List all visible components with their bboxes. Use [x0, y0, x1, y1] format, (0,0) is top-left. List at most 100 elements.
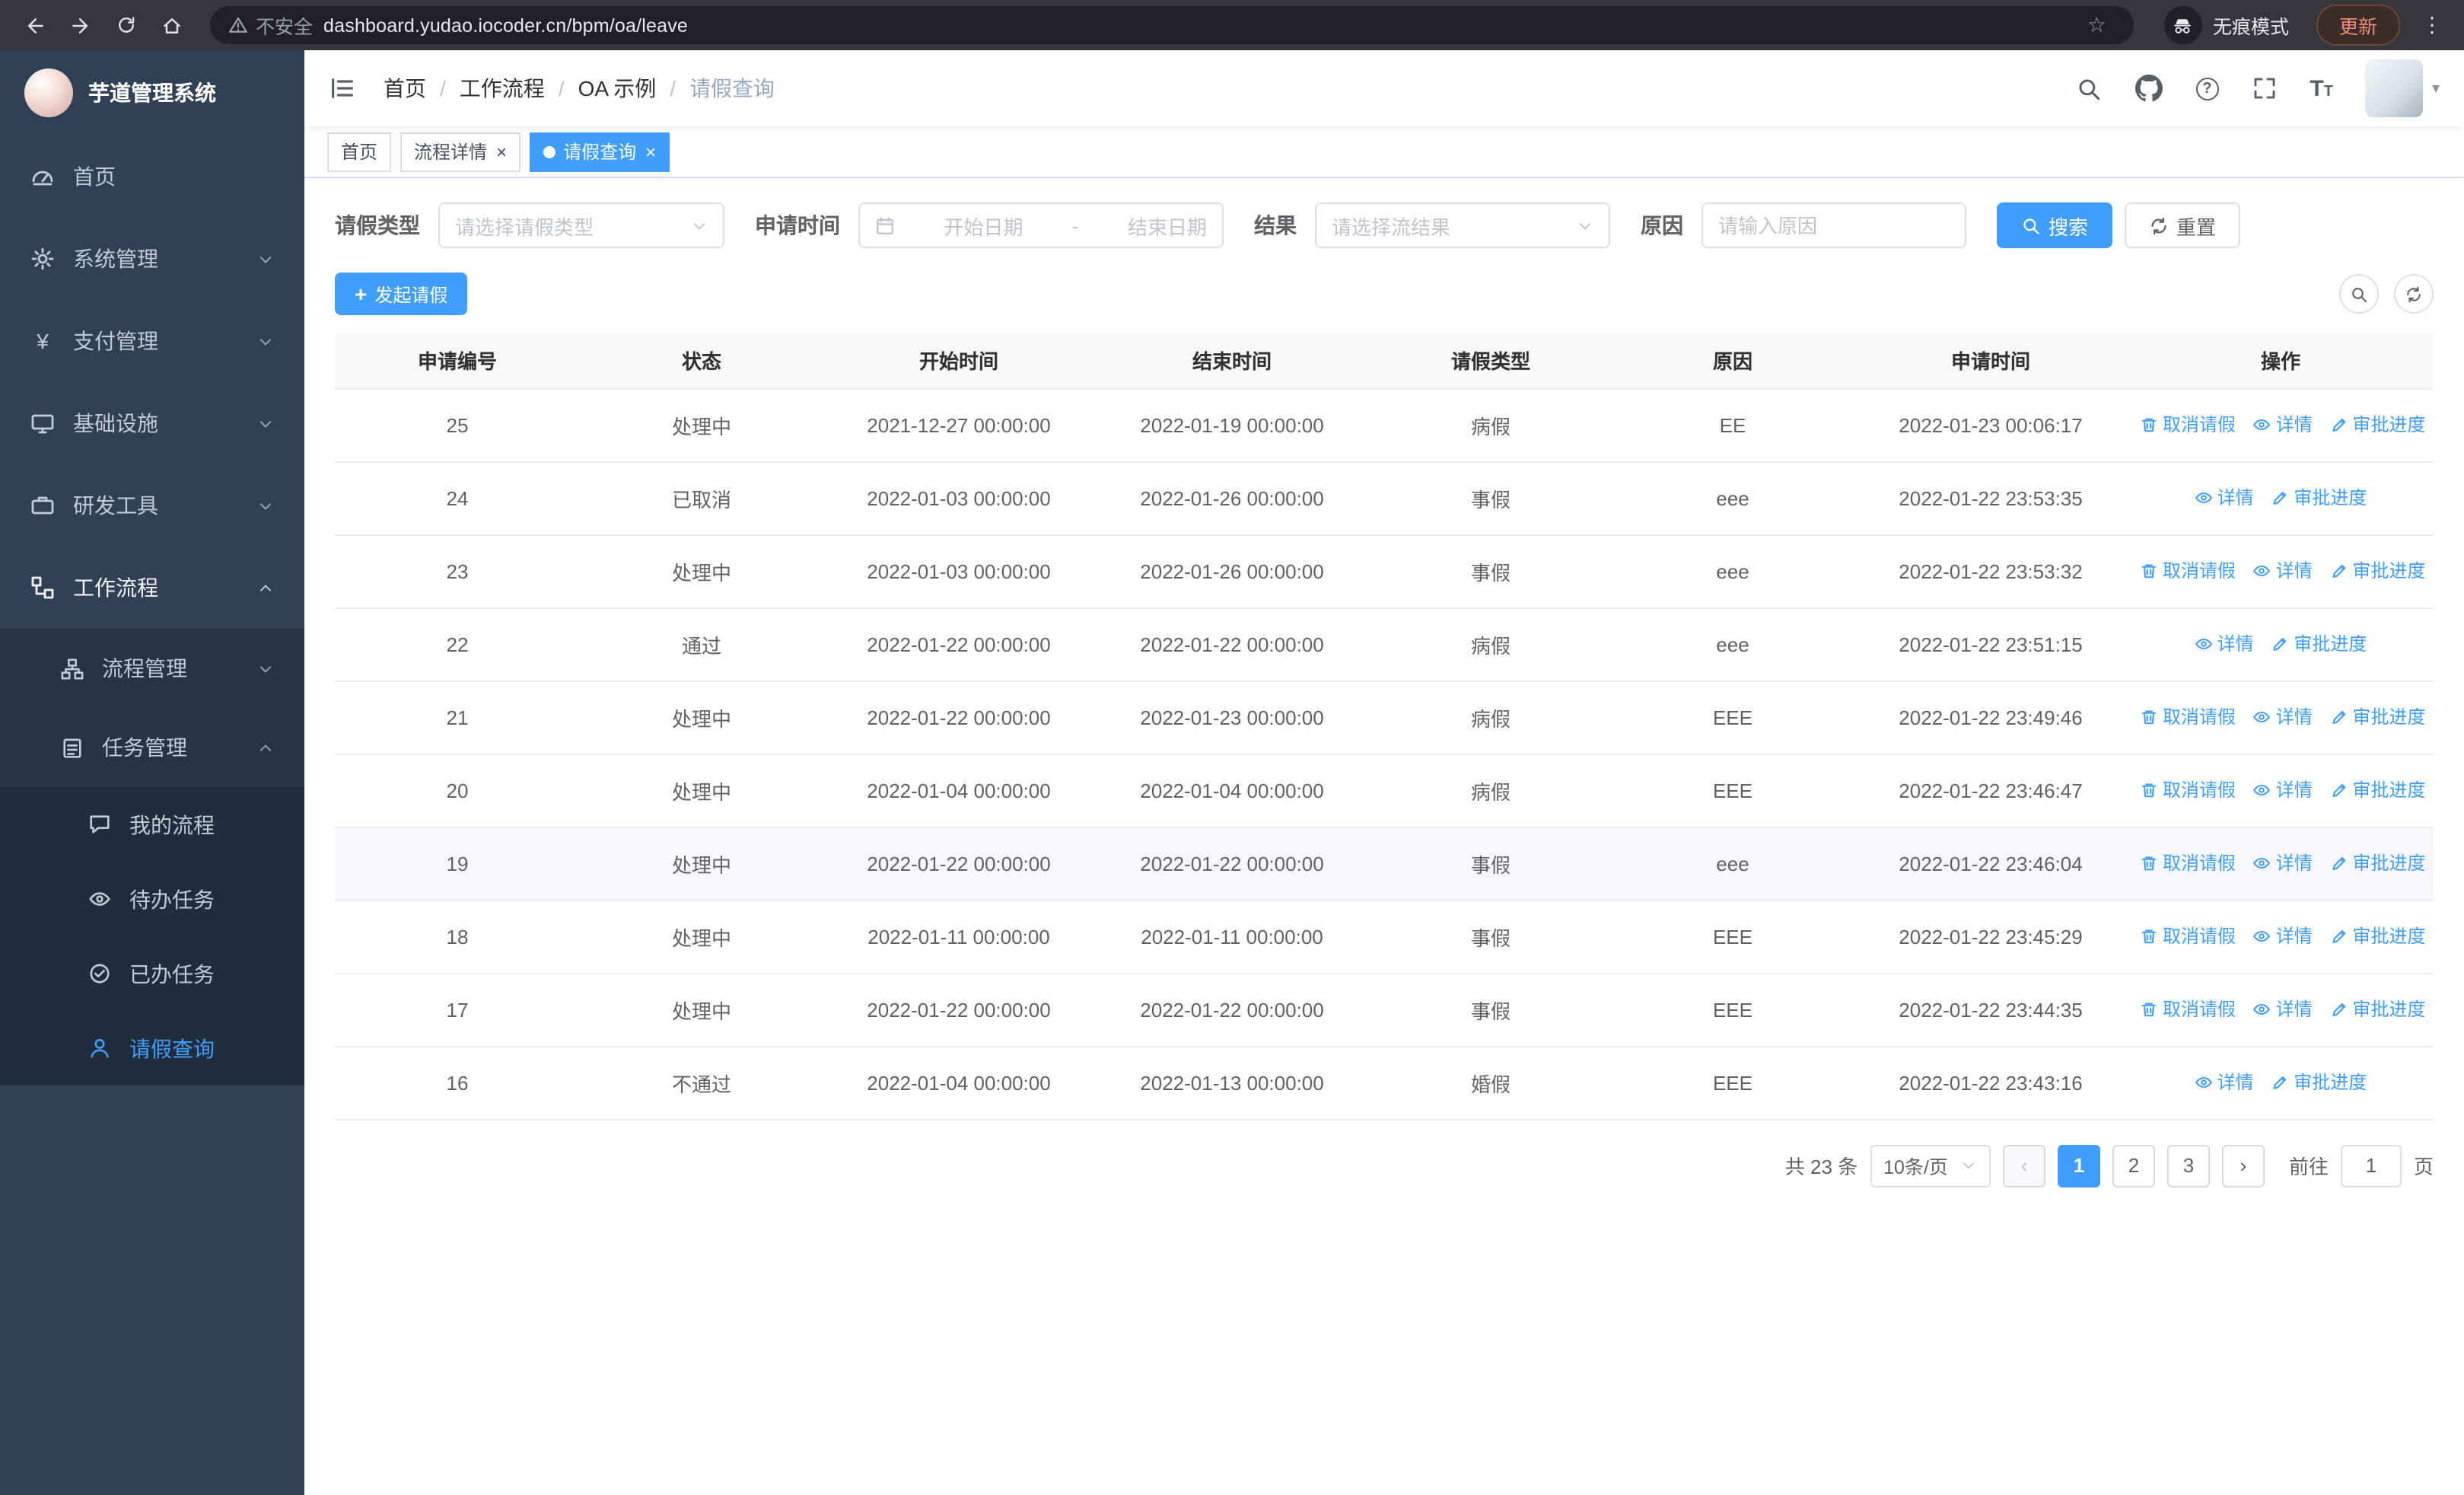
detail-link[interactable]: 详情 [2253, 923, 2313, 949]
close-icon[interactable]: × [644, 142, 656, 161]
cancel-leave-link[interactable]: 取消请假 [2140, 996, 2236, 1022]
forward-button[interactable] [61, 5, 100, 45]
toggle-search-button[interactable] [2339, 274, 2379, 314]
page-button-2[interactable]: 2 [2112, 1144, 2155, 1187]
sidebar-toggle-button[interactable] [323, 75, 368, 102]
tab-leave-query[interactable]: 请假查询 × [530, 132, 670, 171]
tab-home[interactable]: 首页 [327, 132, 392, 171]
goto-page-input[interactable] [2340, 1144, 2402, 1187]
cancel-leave-link[interactable]: 取消请假 [2140, 704, 2236, 730]
yen-icon: ¥ [37, 329, 49, 353]
approval-progress-link[interactable]: 审批进度 [2329, 777, 2425, 803]
approval-progress-link[interactable]: 审批进度 [2329, 412, 2425, 438]
home-button[interactable] [152, 5, 192, 45]
apply-time-range-picker[interactable]: 开始日期 - 结束日期 [858, 202, 1224, 248]
detail-link[interactable]: 详情 [2195, 631, 2254, 657]
cell-apply-id: 24 [335, 461, 580, 535]
approval-progress-link[interactable]: 审批进度 [2329, 558, 2425, 584]
breadcrumb-item-oa-example[interactable]: OA 示例 [578, 73, 657, 104]
user-avatar[interactable] [2364, 59, 2423, 117]
page-size-select[interactable]: 10条/页 [1870, 1144, 1991, 1187]
font-size-button[interactable]: TT [2293, 50, 2350, 126]
sidebar-item-infrastructure[interactable]: 基础设施 [0, 382, 304, 464]
incognito-badge: 无痕模式 [2163, 6, 2289, 44]
edit-pen-icon [2273, 491, 2287, 505]
security-warning-badge[interactable]: 不安全 [228, 11, 313, 40]
sidebar-item-process-management[interactable]: 流程管理 [0, 629, 304, 708]
back-button[interactable] [15, 5, 55, 45]
sidebar-item-workflow[interactable]: 工作流程 [0, 547, 304, 629]
sidebar-item-leave-query[interactable]: 请假查询 [0, 1011, 304, 1085]
fullscreen-button[interactable] [2235, 50, 2293, 126]
prev-page-button[interactable]: ‹ [2002, 1144, 2045, 1187]
browser-menu-button[interactable]: ⋮ [2415, 12, 2449, 38]
cancel-leave-link[interactable]: 取消请假 [2140, 777, 2236, 803]
refresh-table-button[interactable] [2394, 274, 2434, 314]
close-icon[interactable]: × [495, 142, 507, 161]
page-button-3[interactable]: 3 [2166, 1144, 2210, 1187]
detail-link[interactable]: 详情 [2253, 558, 2313, 584]
create-leave-label: 发起请假 [374, 284, 448, 305]
sidebar-item-done-tasks[interactable]: 已办任务 [0, 936, 304, 1011]
col-apply-id: 申请编号 [335, 333, 580, 389]
detail-link[interactable]: 详情 [2253, 777, 2313, 803]
detail-link[interactable]: 详情 [2195, 1069, 2254, 1095]
cancel-leave-link[interactable]: 取消请假 [2140, 923, 2236, 949]
sidebar-item-label: 任务管理 [102, 735, 187, 760]
header-search-button[interactable] [2058, 50, 2118, 126]
clipboard-icon [63, 738, 81, 757]
sidebar-item-my-processes[interactable]: 我的流程 [0, 787, 304, 862]
cell-status: 处理中 [580, 900, 823, 974]
detail-link[interactable]: 详情 [2253, 850, 2313, 876]
next-page-button[interactable]: › [2221, 1144, 2265, 1187]
sidebar-item-pending-tasks[interactable]: 待办任务 [0, 862, 304, 936]
start-date-placeholder: 开始日期 [944, 215, 1023, 238]
spy-icon [2175, 18, 2192, 33]
leave-type-select[interactable]: 请选择请假类型 [438, 202, 724, 248]
browser-update-button[interactable]: 更新 [2316, 5, 2400, 46]
bookmark-star-button[interactable]: ☆ [2078, 11, 2115, 40]
sidebar-item-home[interactable]: 首页 [0, 135, 304, 218]
result-select[interactable]: 请选择流结果 [1315, 202, 1610, 248]
table-body: 25 处理中 2021-12-27 00:00:00 2022-01-19 00… [335, 388, 2434, 1120]
breadcrumb-item-home[interactable]: 首页 [384, 73, 426, 104]
reason-input[interactable] [1702, 202, 1966, 248]
search-button[interactable]: 搜索 [1997, 202, 2113, 248]
detail-link[interactable]: 详情 [2195, 485, 2254, 511]
approval-progress-link[interactable]: 审批进度 [2329, 923, 2425, 949]
detail-link[interactable]: 详情 [2253, 412, 2313, 438]
cancel-leave-link[interactable]: 取消请假 [2140, 850, 2236, 876]
address-bar[interactable]: 不安全 dashboard.yudao.iocoder.cn/bpm/oa/le… [210, 6, 2134, 44]
sidebar-item-task-management[interactable]: 任务管理 [0, 708, 304, 787]
sidebar-item-devtools[interactable]: 研发工具 [0, 464, 304, 547]
github-icon [2135, 75, 2163, 102]
approval-progress-link[interactable]: 审批进度 [2271, 485, 2367, 511]
chevron-down-icon [259, 420, 272, 427]
sidebar-item-system[interactable]: 系统管理 [0, 218, 304, 300]
sidebar-item-payment[interactable]: ¥ 支付管理 [0, 300, 304, 382]
create-leave-button[interactable]: + 发起请假 [335, 273, 468, 315]
tab-process-detail[interactable]: 流程详情 × [400, 132, 521, 171]
fullscreen-icon [2253, 78, 2275, 99]
approval-progress-link[interactable]: 审批进度 [2329, 704, 2425, 730]
breadcrumb-item-workflow[interactable]: 工作流程 [460, 73, 545, 104]
sidebar-item-label: 已办任务 [129, 961, 215, 986]
chevron-up-icon [259, 744, 272, 751]
reload-button[interactable] [107, 5, 146, 45]
table-row: 24 已取消 2022-01-03 00:00:00 2022-01-26 00… [335, 461, 2434, 535]
select-placeholder: 请选择流结果 [1332, 215, 1451, 238]
help-button[interactable]: ? [2179, 50, 2235, 126]
cell-status: 不通过 [580, 1046, 823, 1120]
approval-progress-link[interactable]: 审批进度 [2271, 631, 2367, 657]
detail-link[interactable]: 详情 [2253, 704, 2313, 730]
cancel-leave-link[interactable]: 取消请假 [2140, 412, 2236, 438]
github-button[interactable] [2118, 50, 2179, 126]
cancel-leave-link[interactable]: 取消请假 [2140, 558, 2236, 584]
back-icon [27, 18, 43, 33]
approval-progress-link[interactable]: 审批进度 [2329, 996, 2425, 1022]
detail-link[interactable]: 详情 [2253, 996, 2313, 1022]
page-button-1[interactable]: 1 [2057, 1144, 2100, 1187]
reset-button[interactable]: 重置 [2125, 202, 2241, 248]
approval-progress-link[interactable]: 审批进度 [2271, 1069, 2367, 1095]
approval-progress-link[interactable]: 审批进度 [2329, 850, 2425, 876]
